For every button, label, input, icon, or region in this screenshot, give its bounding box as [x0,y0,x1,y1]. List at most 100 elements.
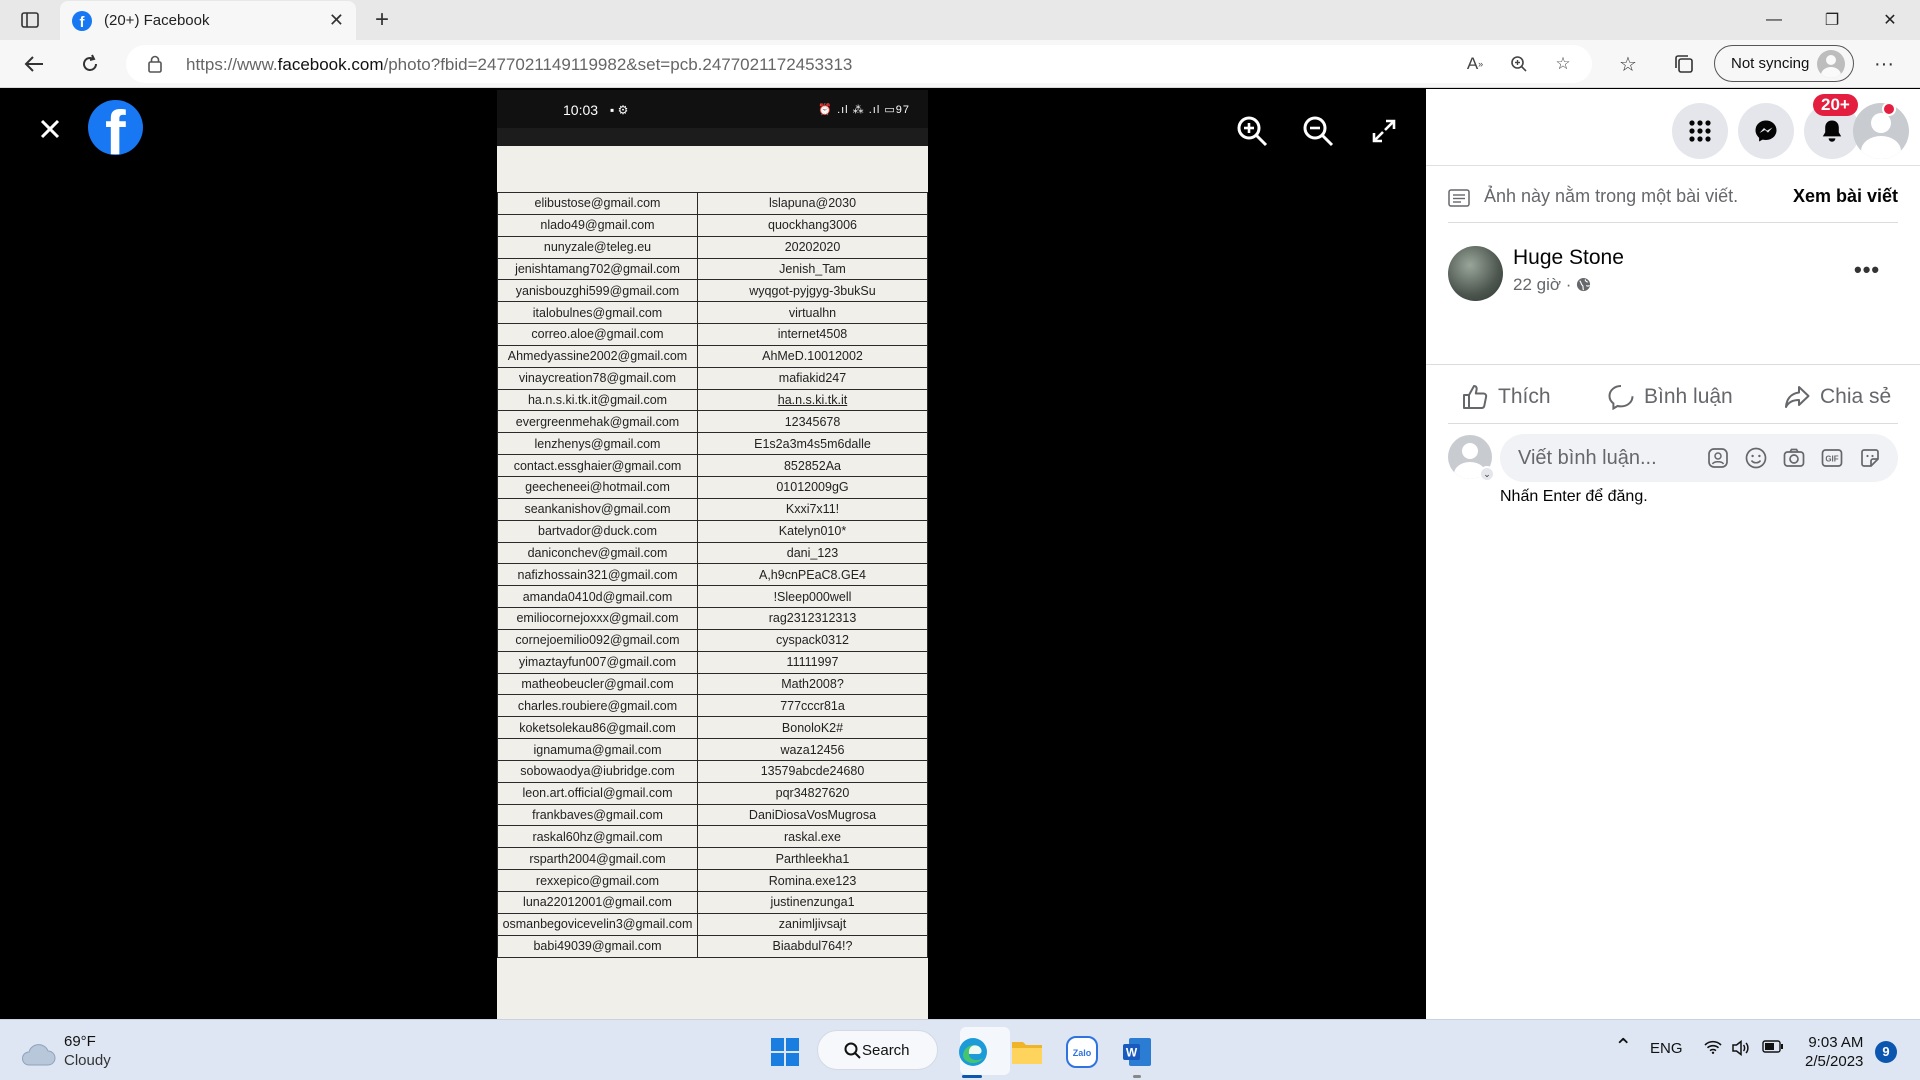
windows-start-icon[interactable] [767,1034,803,1070]
table-row: daniconchev@gmail.com dani_123 [497,541,928,565]
email-cell: rexxepico@gmail.com [497,869,698,892]
password-cell: 11111997 [697,650,928,674]
table-row: yimaztayfun007@gmail.com 11111997 [497,650,928,674]
word-icon[interactable]: W [1119,1034,1155,1070]
chevron-down-icon[interactable]: ⌄ [1479,466,1495,482]
facebook-favicon-icon: f [72,10,92,31]
file-explorer-icon[interactable] [1009,1034,1045,1070]
table-row: cornejoemilio092@gmail.com cyspack0312 [497,628,928,652]
zoom-in-icon[interactable] [1234,113,1270,149]
password-cell: internet4508 [697,323,928,346]
email-cell: seankanishov@gmail.com [497,497,698,521]
view-post-link[interactable]: Xem bài viết [1793,186,1898,207]
taskbar-search[interactable]: Search [817,1030,938,1070]
password-cell: rag2312312313 [697,607,928,630]
menu-grid-icon[interactable] [1672,103,1728,159]
password-cell: ha.n.s.ki.tk.it [697,388,928,412]
email-cell: elibustose@gmail.com [497,192,698,215]
gif-icon[interactable]: GIF [1820,446,1844,470]
comment-placeholder: Viết bình luận... [1518,447,1657,469]
avatar-sticker-icon[interactable] [1706,446,1730,470]
settings-more-icon[interactable]: ··· [1868,48,1900,80]
table-row: rexxepico@gmail.com Romina.exe123 [497,869,928,892]
table-row: lenzhenys@gmail.com E1s2a3m4s5m6dalle [497,432,928,456]
password-cell: Math2008? [697,672,928,696]
collections-icon[interactable] [1668,48,1700,80]
minimize-icon[interactable]: — [1746,4,1802,36]
read-aloud-icon[interactable]: A» [1462,52,1488,76]
facebook-logo-icon[interactable]: f [88,100,143,155]
table-row: elibustose@gmail.com lslapuna@2030 [497,192,928,215]
address-bar[interactable]: https://www.facebook.com/photo?fbid=2477… [126,45,1592,83]
tab-close-icon[interactable]: ✕ [329,10,344,31]
author-name[interactable]: Huge Stone [1513,246,1624,270]
password-cell: virtualhn [697,301,928,325]
messenger-icon[interactable] [1738,103,1794,159]
battery-icon[interactable] [1762,1040,1784,1057]
svg-text:W: W [1126,1046,1138,1060]
post-timestamp[interactable]: 22 giờ · [1513,275,1591,295]
zalo-icon[interactable]: Zalo [1064,1034,1100,1070]
public-globe-icon [1577,277,1591,292]
password-cell: Jenish_Tam [697,257,928,281]
zoom-icon[interactable] [1506,52,1532,76]
post-options-icon[interactable]: ••• [1854,257,1880,283]
back-icon[interactable] [18,48,50,80]
fullscreen-icon[interactable] [1366,113,1402,149]
favorites-icon[interactable]: ☆ [1612,48,1644,80]
volume-icon[interactable] [1732,1039,1750,1060]
refresh-icon[interactable] [74,48,106,80]
password-cell: cyspack0312 [697,628,928,652]
browser-tab-facebook[interactable]: f (20+) Facebook ✕ [60,1,356,40]
like-button[interactable]: Thích [1462,377,1551,417]
table-row: koketsolekau86@gmail.com BonoloK2# [497,716,928,740]
password-cell: 20202020 [697,235,928,259]
system-clock[interactable]: 9:03 AM 2/5/2023 [1805,1033,1863,1071]
account-avatar[interactable] [1853,103,1909,159]
close-viewer-icon[interactable] [32,111,68,147]
email-cell: rsparth2004@gmail.com [497,847,698,871]
table-row: luna22012001@gmail.com justinenzunga1 [497,891,928,914]
tab-actions-icon[interactable] [16,8,44,32]
sticker-icon[interactable] [1858,446,1882,470]
author-avatar[interactable] [1448,246,1503,301]
zoom-out-icon[interactable] [1300,113,1336,149]
password-cell: dani_123 [697,541,928,565]
language-indicator[interactable]: ENG [1650,1040,1683,1057]
password-cell: wyqgot-pyjgyg-3bukSu [697,279,928,303]
password-cell: Parthleekha1 [697,847,928,871]
comment-input[interactable]: Viết bình luận... GIF [1500,434,1898,482]
comment-button[interactable]: Bình luận [1608,377,1733,417]
table-row: yanisbouzghi599@gmail.com wyqgot-pyjgyg-3… [497,279,928,303]
share-button[interactable]: Chia sẻ [1784,377,1891,417]
enter-to-post-hint: Nhấn Enter để đăng. [1500,488,1648,505]
like-thumb-icon [1463,385,1488,409]
window-close-icon[interactable]: ✕ [1862,4,1918,36]
password-cell: 13579abcde24680 [697,759,928,783]
email-cell: ha.n.s.ki.tk.it@gmail.com [497,388,698,412]
profile-sync-button[interactable]: Not syncing [1714,45,1854,82]
email-cell: raskal60hz@gmail.com [497,825,698,849]
wifi-icon[interactable] [1704,1040,1722,1058]
url-text[interactable]: https://www.facebook.com/photo?fbid=2477… [186,55,852,75]
edge-browser-icon[interactable] [955,1034,991,1070]
password-cell: waza12456 [697,738,928,761]
notification-center-badge[interactable]: 9 [1875,1041,1897,1063]
chevron-up-icon[interactable]: ⌃ [1614,1034,1632,1060]
emoji-icon[interactable] [1744,446,1768,470]
password-cell: DaniDiosaVosMugrosa [697,803,928,827]
post-context-note: Ảnh này nằm trong một bài viết. Xem bài … [1448,183,1898,213]
lock-icon[interactable] [148,55,162,73]
table-row: leon.art.official@gmail.com pqr34827620 [497,781,928,805]
email-cell: italobulnes@gmail.com [497,301,698,325]
new-tab-icon[interactable]: + [368,6,396,34]
camera-icon[interactable] [1782,446,1806,470]
email-cell: koketsolekau86@gmail.com [497,716,698,740]
add-favorite-icon[interactable]: ☆ [1550,52,1576,76]
table-row: charles.roubiere@gmail.com 777cccr81a [497,694,928,718]
email-cell: matheobeucler@gmail.com [497,672,698,696]
table-row: Ahmedyassine2002@gmail.com AhMeD.10012002 [497,344,928,368]
restore-icon[interactable]: ❐ [1804,4,1860,36]
email-cell: yimaztayfun007@gmail.com [497,650,698,674]
post-side-panel: Ảnh này nằm trong một bài viết. Xem bài … [1426,89,1920,1019]
